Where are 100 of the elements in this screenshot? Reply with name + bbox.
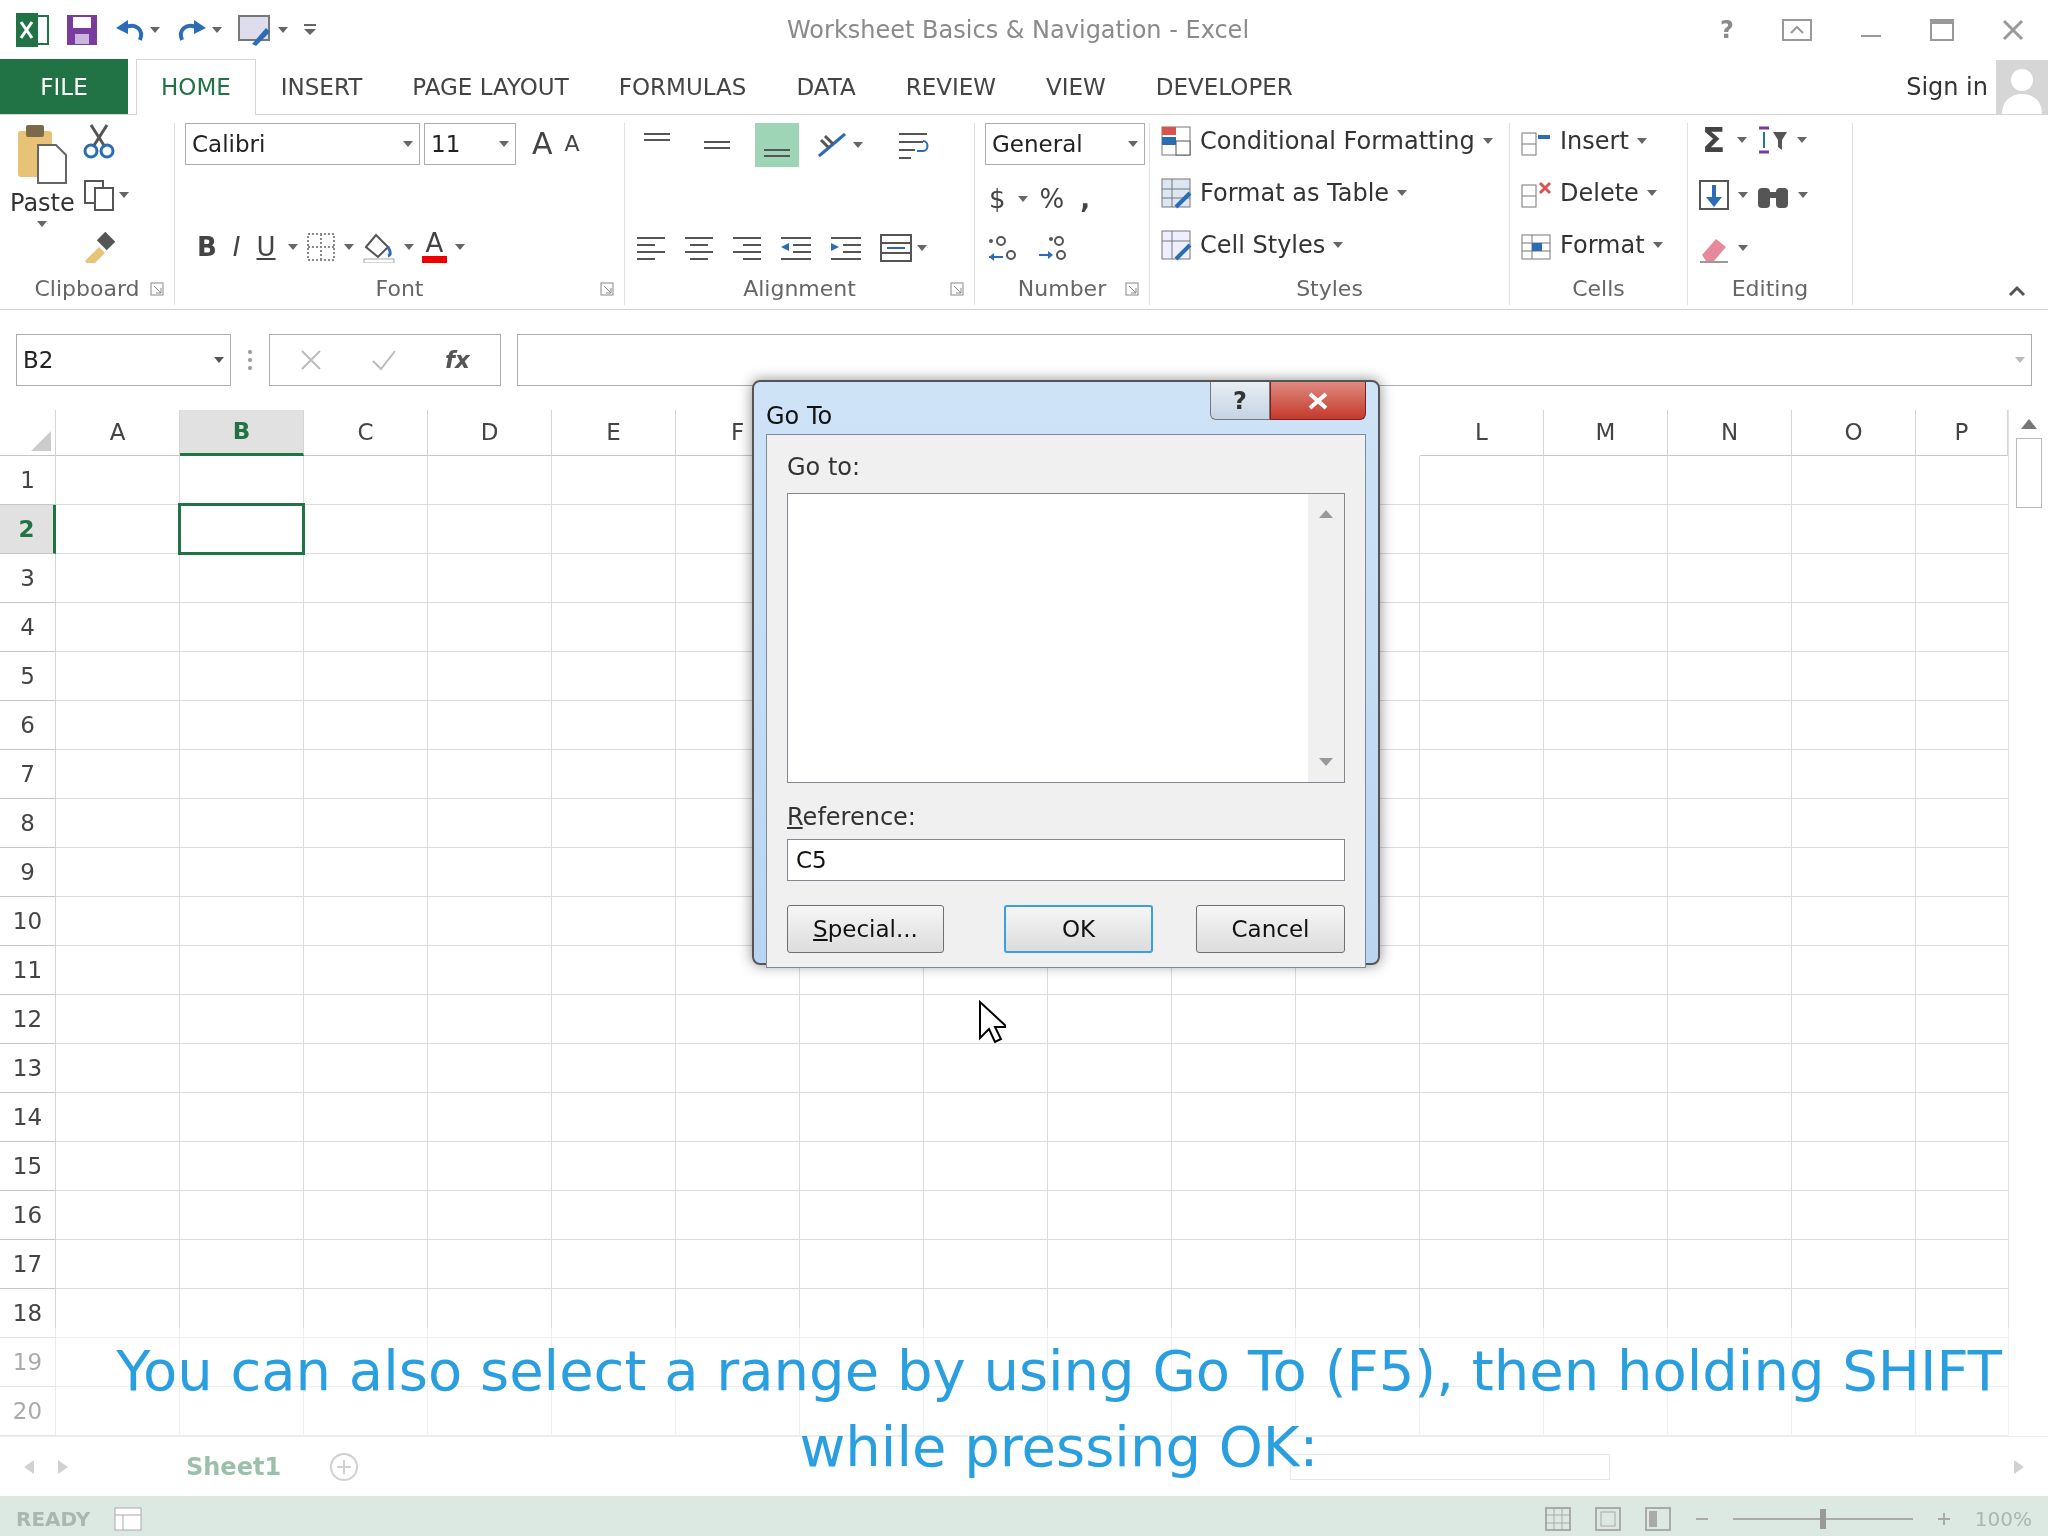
- shrink-font-button[interactable]: A: [560, 133, 584, 155]
- font-size-field[interactable]: 11: [424, 123, 516, 165]
- paste-label[interactable]: Paste: [10, 185, 75, 221]
- number-format-field[interactable]: General: [985, 123, 1145, 165]
- caret-icon[interactable]: [499, 141, 509, 147]
- caret-icon[interactable]: [1397, 190, 1408, 196]
- column-header[interactable]: E: [552, 410, 676, 456]
- ribbon-tab[interactable]: REVIEW: [880, 59, 1021, 114]
- ribbon-tab[interactable]: VIEW: [1021, 59, 1131, 114]
- caret-icon[interactable]: [1646, 190, 1657, 196]
- caret-icon[interactable]: [1797, 137, 1808, 143]
- format-button[interactable]: Format: [1520, 227, 1663, 263]
- row-header[interactable]: 3: [0, 554, 56, 603]
- column-header[interactable]: L: [1420, 410, 1544, 456]
- font-name-field[interactable]: Calibri: [185, 123, 420, 165]
- caret-icon[interactable]: [1652, 242, 1663, 248]
- dialog-launcher-icon[interactable]: [1125, 281, 1139, 296]
- dialog-close-button[interactable]: [1270, 382, 1366, 420]
- row-header[interactable]: 15: [0, 1142, 56, 1191]
- row-header[interactable]: 12: [0, 995, 56, 1044]
- comma-button[interactable]: ,: [1076, 186, 1095, 212]
- caret-icon[interactable]: [214, 357, 224, 363]
- caret-icon[interactable]: [1737, 137, 1748, 143]
- row-header[interactable]: 9: [0, 848, 56, 897]
- ribbon-tab[interactable]: INSERT: [255, 59, 388, 114]
- row-header[interactable]: 14: [0, 1093, 56, 1142]
- insert-button[interactable]: Insert: [1520, 123, 1663, 159]
- caret-icon[interactable]: [1482, 138, 1493, 144]
- row-header[interactable]: 1: [0, 456, 56, 505]
- column-header[interactable]: O: [1792, 410, 1916, 456]
- caret-icon[interactable]: [455, 243, 466, 250]
- row-header[interactable]: 4: [0, 603, 56, 652]
- ribbon-tab[interactable]: PAGE LAYOUT: [387, 59, 594, 114]
- caret-icon[interactable]: [853, 142, 863, 148]
- special-button[interactable]: Special...: [787, 905, 944, 953]
- caret-icon[interactable]: [1798, 192, 1808, 198]
- caret-icon[interactable]: [1738, 192, 1748, 198]
- file-tab[interactable]: FILE: [0, 59, 128, 114]
- scroll-thumb[interactable]: [2015, 438, 2042, 508]
- format-as-table-button[interactable]: Format as Table: [1160, 175, 1493, 211]
- row-header[interactable]: 17: [0, 1240, 56, 1289]
- autosum-button[interactable]: Σ: [1698, 123, 1730, 157]
- caret-icon[interactable]: [917, 245, 927, 251]
- formula-field[interactable]: [517, 334, 2032, 386]
- copy-icon[interactable]: [82, 179, 115, 211]
- caret-icon[interactable]: [278, 27, 288, 33]
- row-header[interactable]: 11: [0, 946, 56, 995]
- borders-icon[interactable]: [305, 231, 336, 262]
- caret-icon[interactable]: [1017, 196, 1028, 202]
- dialog-launcher-icon[interactable]: [600, 281, 614, 296]
- caret-icon[interactable]: [343, 243, 354, 250]
- italic-button[interactable]: I: [228, 233, 245, 260]
- maximize-icon[interactable]: [1930, 19, 1954, 41]
- caret-icon[interactable]: [287, 243, 298, 250]
- collapse-ribbon-icon[interactable]: [2008, 285, 2026, 297]
- row-header[interactable]: 6: [0, 701, 56, 750]
- cancel-button[interactable]: Cancel: [1196, 905, 1345, 953]
- currency-button[interactable]: $: [985, 186, 1010, 212]
- column-header[interactable]: B: [180, 410, 304, 456]
- row-header[interactable]: 8: [0, 799, 56, 848]
- ok-button[interactable]: OK: [1004, 905, 1153, 953]
- caret-icon[interactable]: [212, 27, 222, 33]
- caret-icon[interactable]: [1636, 138, 1647, 144]
- conditional-formatting-button[interactable]: Conditional Formatting: [1160, 123, 1493, 159]
- zoom-slider-thumb[interactable]: [1819, 1509, 1826, 1529]
- percent-button[interactable]: %: [1035, 186, 1069, 212]
- cell-styles-button[interactable]: Cell Styles: [1160, 227, 1493, 263]
- scroll-up-icon[interactable]: [2019, 418, 2038, 430]
- caret-icon[interactable]: [1128, 141, 1138, 147]
- row-header[interactable]: 13: [0, 1044, 56, 1093]
- caret-icon[interactable]: [1738, 245, 1748, 251]
- dialog-help-button[interactable]: ?: [1210, 382, 1270, 420]
- selected-cell[interactable]: [178, 503, 305, 555]
- column-header[interactable]: M: [1544, 410, 1668, 456]
- ribbon-display-icon[interactable]: [1782, 19, 1812, 41]
- row-header[interactable]: 18: [0, 1289, 56, 1338]
- caret-icon[interactable]: [1333, 242, 1344, 248]
- merge-cells-icon[interactable]: [879, 233, 913, 263]
- scissors-icon[interactable]: [82, 123, 115, 159]
- column-header[interactable]: N: [1668, 410, 1792, 456]
- name-box[interactable]: B2: [16, 334, 231, 386]
- row-header[interactable]: 7: [0, 750, 56, 799]
- column-header[interactable]: D: [428, 410, 552, 456]
- column-header[interactable]: P: [1916, 410, 2008, 456]
- caret-icon[interactable]: [37, 221, 48, 227]
- insert-function-button[interactable]: fx: [444, 342, 470, 378]
- caret-icon[interactable]: [403, 141, 413, 147]
- dialog-launcher-icon[interactable]: [950, 281, 964, 296]
- reference-field[interactable]: C5: [787, 839, 1345, 881]
- bold-button[interactable]: B: [193, 233, 221, 260]
- underline-button[interactable]: U: [252, 233, 280, 260]
- caret-icon[interactable]: [118, 192, 129, 198]
- row-header[interactable]: 2: [0, 505, 56, 554]
- fill-down-icon[interactable]: [1698, 179, 1730, 211]
- customize-caret-icon[interactable]: [304, 24, 316, 36]
- clipboard-icon[interactable]: [16, 123, 69, 185]
- orientation-icon[interactable]: [815, 130, 849, 160]
- row-header[interactable]: 16: [0, 1191, 56, 1240]
- column-header[interactable]: A: [56, 410, 180, 456]
- delete-button[interactable]: Delete: [1520, 175, 1663, 211]
